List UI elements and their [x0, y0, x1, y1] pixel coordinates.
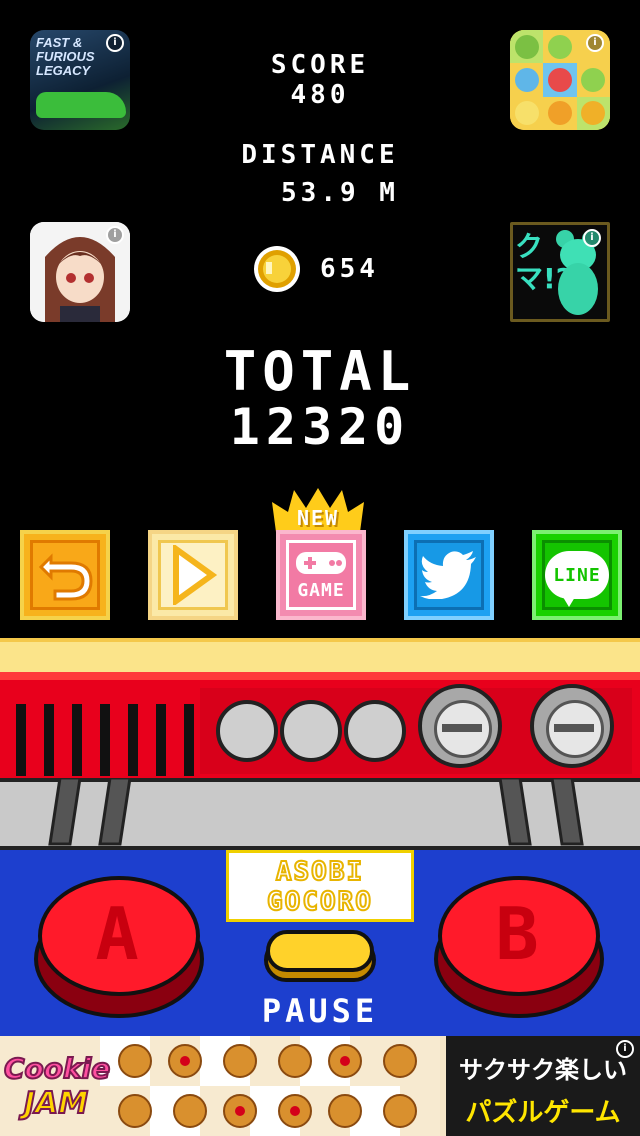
a-button-label: A — [95, 892, 143, 976]
score-value: 480 — [290, 80, 350, 110]
panel-light-2 — [280, 700, 342, 762]
coin-icon — [252, 244, 302, 294]
info-icon[interactable]: i — [106, 34, 124, 52]
cookie-jam-brand-line2: JAM — [23, 1085, 89, 1122]
twitter-bird-icon — [420, 551, 476, 599]
banner-jp-panel: サクサク楽しい パズルゲーム i — [446, 1036, 640, 1136]
distance-label: DISTANCE — [241, 140, 399, 170]
info-icon[interactable]: i — [586, 34, 604, 52]
coin-count: 654 — [320, 254, 379, 284]
pause-button[interactable] — [264, 930, 376, 982]
cookie-jam-banner[interactable]: Cookie JAM サクサク楽しい パズルゲーム i — [0, 1036, 640, 1136]
new-game-button[interactable]: GAME — [276, 530, 366, 620]
panel-light-1 — [216, 700, 278, 762]
asobi-gocoro-logo: ASOBI GOCORO — [226, 850, 414, 922]
new-badge: NEW — [270, 488, 366, 532]
score-label: SCORE — [270, 50, 370, 80]
line-share-button[interactable]: LINE — [532, 530, 622, 620]
kuma-text: クマ!? — [515, 230, 573, 295]
ad-fast-furious-title: FAST & FURIOUS LEGACY — [36, 35, 95, 78]
a-button[interactable]: A — [34, 874, 204, 1024]
car-icon — [36, 92, 126, 118]
panel-light-3 — [344, 700, 406, 762]
logo-line1: ASOBI — [275, 856, 365, 888]
line-label: LINE — [553, 564, 601, 586]
replay-icon — [38, 553, 93, 601]
speaker-dome-left — [418, 684, 502, 768]
info-icon[interactable]: i — [106, 226, 124, 244]
cookie-jam-brand-line1: Cookie — [3, 1051, 111, 1086]
twitter-button[interactable] — [404, 530, 494, 620]
pause-label: PAUSE — [261, 992, 379, 1030]
info-icon[interactable]: i — [583, 229, 601, 247]
distance-value: 53.9 M — [281, 178, 399, 208]
info-icon[interactable]: i — [616, 1040, 634, 1058]
total-label: TOTAL — [223, 340, 417, 403]
new-game-label: GAME — [297, 579, 345, 601]
ad-kuma[interactable]: クマ!? i — [510, 222, 610, 322]
stripe-yellow — [0, 638, 640, 676]
play-icon — [173, 545, 218, 605]
ad-fast-furious[interactable]: FAST & FURIOUS LEGACY i — [30, 30, 130, 130]
banner-jp-line2: パズルゲーム — [465, 1098, 621, 1128]
ad-fruit-puzzle[interactable]: i — [510, 30, 610, 130]
b-button-label: B — [495, 892, 543, 976]
speaker-dome-right — [530, 684, 614, 768]
total-value: 12320 — [229, 398, 411, 456]
cookie-jam-logo: Cookie JAM — [3, 1042, 111, 1130]
replay-button[interactable] — [20, 530, 110, 620]
logo-line2: GOCORO — [266, 886, 373, 918]
play-button[interactable] — [148, 530, 238, 620]
ad-anime-girl[interactable]: i — [30, 222, 130, 322]
gamepad-icon — [296, 551, 346, 574]
banner-jp-line1: サクサク楽しい — [459, 1056, 627, 1084]
grey-rail — [0, 778, 640, 850]
line-bubble-icon: LINE — [545, 551, 609, 607]
new-badge-text: NEW — [296, 506, 340, 530]
b-button[interactable]: B — [434, 874, 604, 1024]
